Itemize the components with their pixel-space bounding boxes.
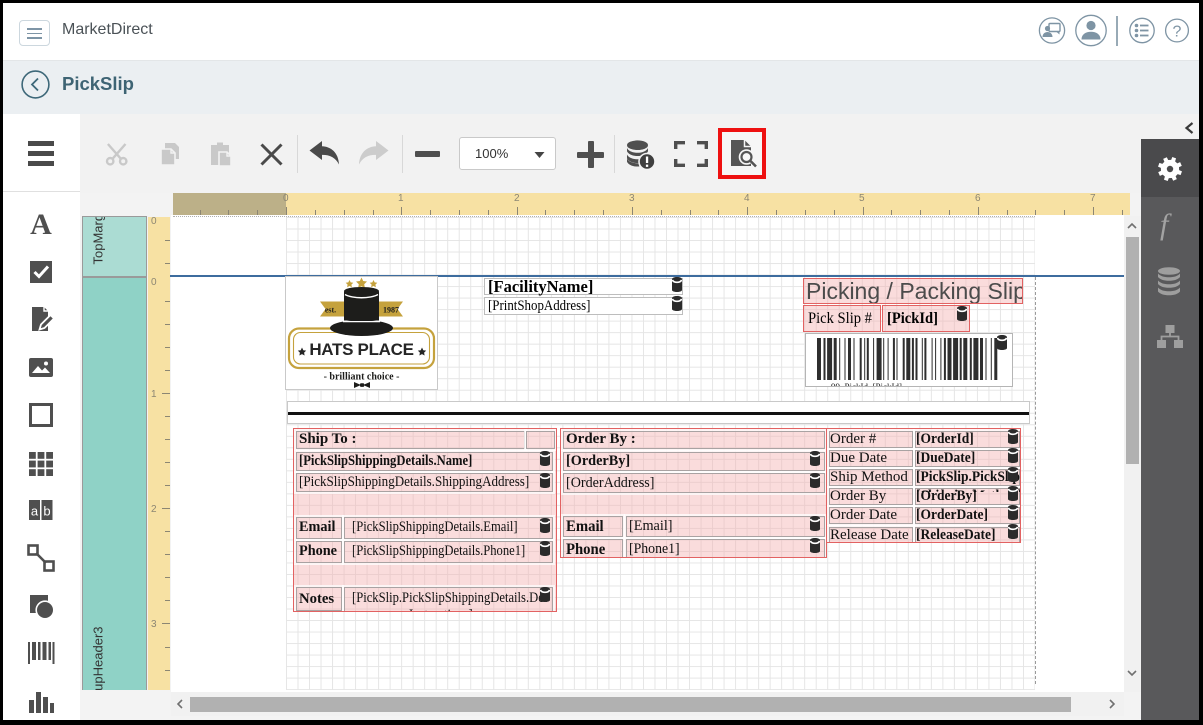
svg-text:HATS PLACE: HATS PLACE [309, 340, 413, 359]
svg-text:A: A [30, 210, 52, 238]
svg-text:est.: est. [325, 305, 336, 314]
svg-text:b: b [43, 504, 50, 519]
svg-text:a: a [31, 504, 39, 519]
svg-text:1987: 1987 [383, 305, 399, 314]
svg-text:?: ? [1173, 24, 1182, 41]
svg-text:- brilliant choice -: - brilliant choice - [324, 372, 400, 383]
